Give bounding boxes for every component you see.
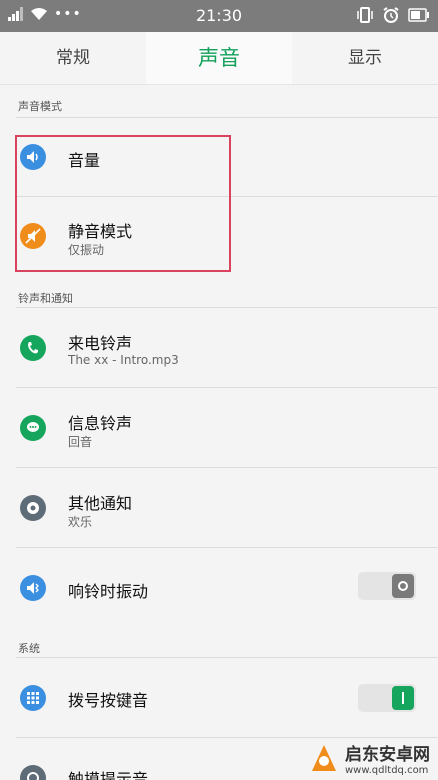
vibrate-toggle[interactable] xyxy=(358,572,416,600)
dialpad-icon xyxy=(20,685,46,711)
alarm-icon xyxy=(383,7,399,23)
incoming-call-ringtone-row[interactable]: 来电铃声 The xx - Intro.mp3 xyxy=(0,308,438,388)
section-header-ringtones: 铃声和通知 xyxy=(18,292,73,305)
section-header-system: 系统 xyxy=(18,642,40,655)
vibrate-when-ringing-row: 响铃时振动 xyxy=(0,548,438,628)
dial-keytone-row: 拨号按键音 xyxy=(0,658,438,738)
section-header-sound-mode: 声音模式 xyxy=(18,100,62,113)
vibrate-speaker-icon xyxy=(20,575,46,601)
status-bar: ••• 21:30 xyxy=(0,0,438,32)
tab-display[interactable]: 显示 xyxy=(292,32,438,84)
highlight-box xyxy=(15,135,231,272)
tab-sound[interactable]: 声音 xyxy=(146,32,292,84)
notification-disc-icon xyxy=(20,495,46,521)
message-icon xyxy=(20,415,46,441)
tab-bar: 常规 声音 显示 xyxy=(0,32,438,84)
message-subtitle: 回音 xyxy=(68,435,93,449)
watermark-name: 启东安卓网 xyxy=(345,745,430,765)
message-ringtone-row[interactable]: 信息铃声 回音 xyxy=(0,388,438,468)
phone-icon xyxy=(20,335,46,361)
watermark-logo-icon xyxy=(312,745,336,771)
tab-divider xyxy=(0,84,438,85)
dial-keytone-toggle[interactable] xyxy=(358,684,416,712)
message-title: 信息铃声 xyxy=(68,414,133,433)
tab-general[interactable]: 常规 xyxy=(0,32,146,84)
watermark-url: www.qdltdq.com xyxy=(345,765,429,776)
watermark: 启东安卓网 www.qdltdq.com xyxy=(309,740,430,776)
other-notifications-row[interactable]: 其他通知 欢乐 xyxy=(0,468,438,548)
watermark-text: 启东安卓网 www.qdltdq.com xyxy=(345,740,430,776)
dial-keytone-title: 拨号按键音 xyxy=(68,691,149,710)
vibrate-icon xyxy=(357,7,373,23)
incoming-call-title: 来电铃声 xyxy=(68,334,133,353)
other-notifications-title: 其他通知 xyxy=(68,494,133,513)
vibrate-when-ringing-title: 响铃时振动 xyxy=(68,582,149,601)
incoming-call-subtitle: The xx - Intro.mp3 xyxy=(68,353,179,367)
other-notifications-subtitle: 欢乐 xyxy=(68,515,93,529)
toggle-knob xyxy=(392,686,414,710)
touch-icon xyxy=(20,765,46,780)
touch-tone-title: 触摸提示音 xyxy=(68,770,149,780)
status-right xyxy=(356,7,430,23)
toggle-knob xyxy=(392,574,414,598)
battery-icon xyxy=(408,8,429,22)
